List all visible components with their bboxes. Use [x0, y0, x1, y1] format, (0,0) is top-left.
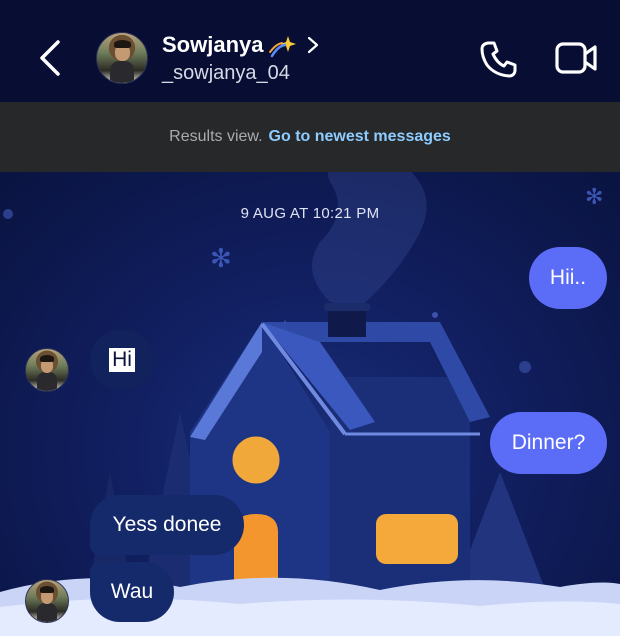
- chat-thread[interactable]: ✻ ✻ ✻ ✕ 9 AUG AT 10:21 PM Hii..: [0, 172, 620, 636]
- message-text: Hii..: [549, 266, 587, 289]
- contact-username[interactable]: _sowjanya_04: [162, 62, 290, 85]
- sparkle-emoji-icon: [269, 36, 296, 58]
- chevron-right-icon[interactable]: [304, 34, 322, 56]
- message-text: Wau: [110, 580, 154, 603]
- sender-avatar[interactable]: [25, 579, 69, 623]
- incoming-message-bubble[interactable]: Wau: [90, 562, 174, 622]
- results-view-label: Results view.: [169, 128, 263, 145]
- outgoing-message-bubble[interactable]: Dinner?: [490, 412, 607, 474]
- message-text: Yess donee: [112, 513, 222, 536]
- message-text: Dinner?: [511, 431, 586, 454]
- phone-icon[interactable]: [478, 38, 520, 80]
- chat-header: Sowjanya _sowjanya_04: [0, 0, 620, 102]
- contact-avatar[interactable]: [96, 32, 148, 84]
- incoming-message-bubble[interactable]: Yess donee: [90, 495, 244, 555]
- svg-text:✻: ✻: [210, 244, 232, 274]
- go-to-newest-link[interactable]: Go to newest messages: [269, 128, 451, 146]
- message-timestamp: 9 AUG AT 10:21 PM: [240, 205, 380, 222]
- contact-name[interactable]: Sowjanya: [162, 32, 263, 58]
- message-text: Hi: [109, 348, 135, 372]
- incoming-message-bubble[interactable]: Hi: [90, 330, 154, 390]
- sender-avatar[interactable]: [25, 348, 69, 392]
- back-arrow-icon[interactable]: [34, 36, 70, 80]
- outgoing-message-bubble[interactable]: Hii..: [529, 247, 607, 309]
- results-view-banner: Results view. Go to newest messages: [0, 102, 620, 172]
- video-camera-icon[interactable]: [554, 40, 598, 76]
